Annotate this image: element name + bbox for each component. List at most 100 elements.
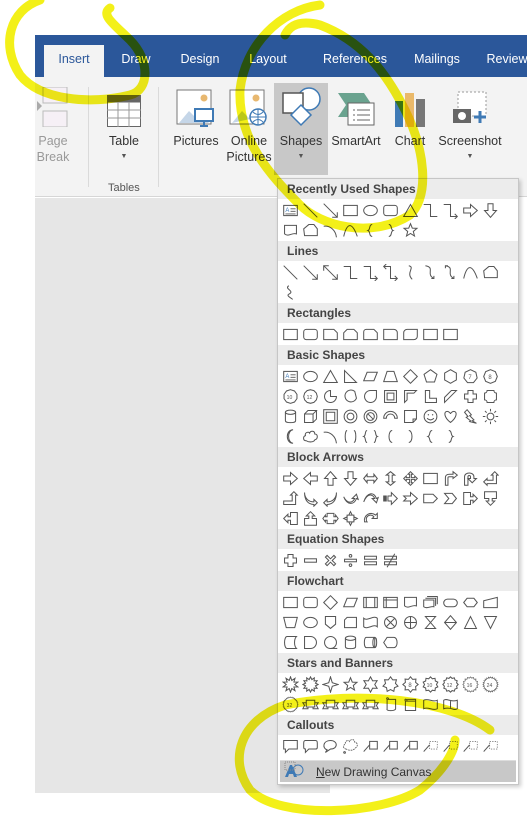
shape-elbow-button[interactable] [340,262,360,282]
shape-downcallout-button[interactable] [480,488,500,508]
shape-calldash-button[interactable] [420,736,440,756]
table-button[interactable]: Table ▼ [103,83,145,165]
shape-dblbrace-button[interactable] [360,426,380,446]
shape-sun-button[interactable] [480,406,500,426]
shape-lbrace-button[interactable] [360,220,380,240]
shape-manualop-button[interactable] [280,612,300,632]
shape-line-button[interactable] [300,200,320,220]
shape-notequal-button[interactable] [380,550,400,570]
shape-ribbon-button[interactable] [320,694,340,714]
shape-plaque-button[interactable] [480,386,500,406]
shape-calldash-button[interactable] [460,736,480,756]
shape-rbracket-button[interactable] [400,426,420,446]
shape-callline-button[interactable] [400,736,420,756]
screenshot-button[interactable]: Screenshot ▼ [435,83,505,165]
shape-burst1-button[interactable] [280,674,300,694]
shape-star6-button[interactable] [360,674,380,694]
shape-decagon-button[interactable]: 10 [280,386,300,406]
shape-nosymbol-button[interactable] [360,406,380,426]
shape-star16-button[interactable]: 16 [460,674,480,694]
shape-round2-button[interactable] [400,324,420,344]
shape-star10-button[interactable]: 10 [420,674,440,694]
shape-calldash-button[interactable] [480,736,500,756]
shape-plus-button[interactable] [280,550,300,570]
shape-collate-button[interactable] [420,612,440,632]
tab-insert[interactable]: Insert [44,45,104,77]
shape-lbracket-button[interactable] [380,426,400,446]
shape-minus-button[interactable] [300,550,320,570]
shape-bentup-button[interactable] [280,488,300,508]
shape-cube-button[interactable] [300,406,320,426]
shape-star32-button[interactable]: 32 [280,694,300,714]
shape-downarrow-button[interactable] [480,200,500,220]
online-pictures-button[interactable]: Online Pictures [226,83,272,165]
shape-oval-button[interactable] [300,366,320,386]
shape-snip1-button[interactable] [320,324,340,344]
shape-curve-button[interactable] [460,262,480,282]
shape-scrollv-button[interactable] [380,694,400,714]
shape-dblwave-button[interactable] [440,694,460,714]
shape-fcdoc-button[interactable] [400,592,420,612]
shape-star5-button[interactable] [340,674,360,694]
shape-notchedright-button[interactable] [400,488,420,508]
shape-arc-button[interactable] [320,220,340,240]
shape-foldedcorner-button[interactable] [400,406,420,426]
shape-elbowarrow-button[interactable] [360,262,380,282]
shape-ribbon-button[interactable] [360,694,380,714]
shape-rtriangle-button[interactable] [340,366,360,386]
shape-elbowarrow-button[interactable] [440,200,460,220]
shape-triangle-button[interactable] [320,366,340,386]
tab-layout[interactable]: Layout [242,45,294,77]
shape-parallelogram-button[interactable] [360,366,380,386]
shape-smiley-button[interactable] [420,406,440,426]
shape-donut-button[interactable] [340,406,360,426]
shape-calloval-button[interactable] [320,736,340,756]
shape-storeddata-button[interactable] [280,632,300,652]
shape-callcloud-button[interactable] [340,736,360,756]
shape-scrollh-button[interactable] [400,694,420,714]
tab-mailings[interactable]: Mailings [402,45,472,77]
shape-roundrect-button[interactable] [300,324,320,344]
shape-star8-button[interactable]: 8 [400,674,420,694]
shape-extract-button[interactable] [460,612,480,632]
shape-upcallout-button[interactable] [300,508,320,528]
shape-curveline-button[interactable] [400,262,420,282]
shape-lshape-button[interactable] [420,386,440,406]
shape-quadarrow-button[interactable] [400,468,420,488]
shape-equal-button[interactable] [360,550,380,570]
shape-lrupArrow-button[interactable] [420,468,440,488]
shape-frame-button[interactable] [380,386,400,406]
shape-stripedright-button[interactable] [380,488,400,508]
shape-arrow-button[interactable] [300,262,320,282]
shape-round1-button[interactable] [380,324,400,344]
shape-freeform-button[interactable] [480,262,500,282]
shape-hexagon-button[interactable] [440,366,460,386]
shape-predefined-button[interactable] [360,592,380,612]
shape-callround-button[interactable] [300,736,320,756]
shape-curveddown-button[interactable] [360,488,380,508]
chart-button[interactable]: Chart [390,83,430,149]
shape-elbowdbl-button[interactable] [380,262,400,282]
shape-rightarrow-button[interactable] [280,468,300,488]
shape-halfframe-button[interactable] [400,386,420,406]
shape-multiply-button[interactable] [320,550,340,570]
shape-heart-button[interactable] [440,406,460,426]
new-drawing-canvas-menu-item[interactable]: New Drawing Canvas [280,760,516,782]
shape-trapezoid-button[interactable] [380,366,400,386]
shape-chevron-button[interactable] [440,488,460,508]
shape-ribbon-button[interactable] [340,694,360,714]
shape-heptagon-button[interactable]: 7 [460,366,480,386]
shape-cloud-button[interactable] [300,426,320,446]
shape-oval-button[interactable] [300,612,320,632]
shape-offpage-button[interactable] [320,612,340,632]
shape-fcdoc-button[interactable] [280,220,300,240]
shape-merge-button[interactable] [480,612,500,632]
shape-pentagonarrow-button[interactable] [420,488,440,508]
shape-or-button[interactable] [400,612,420,632]
shape-bentarrow-button[interactable] [440,468,460,488]
shape-line-button[interactable] [280,262,300,282]
shape-curvearrow-button[interactable] [420,262,440,282]
shape-rect-button[interactable] [440,324,460,344]
shape-punchtape-button[interactable] [360,612,380,632]
shape-star5-button[interactable] [400,220,420,240]
